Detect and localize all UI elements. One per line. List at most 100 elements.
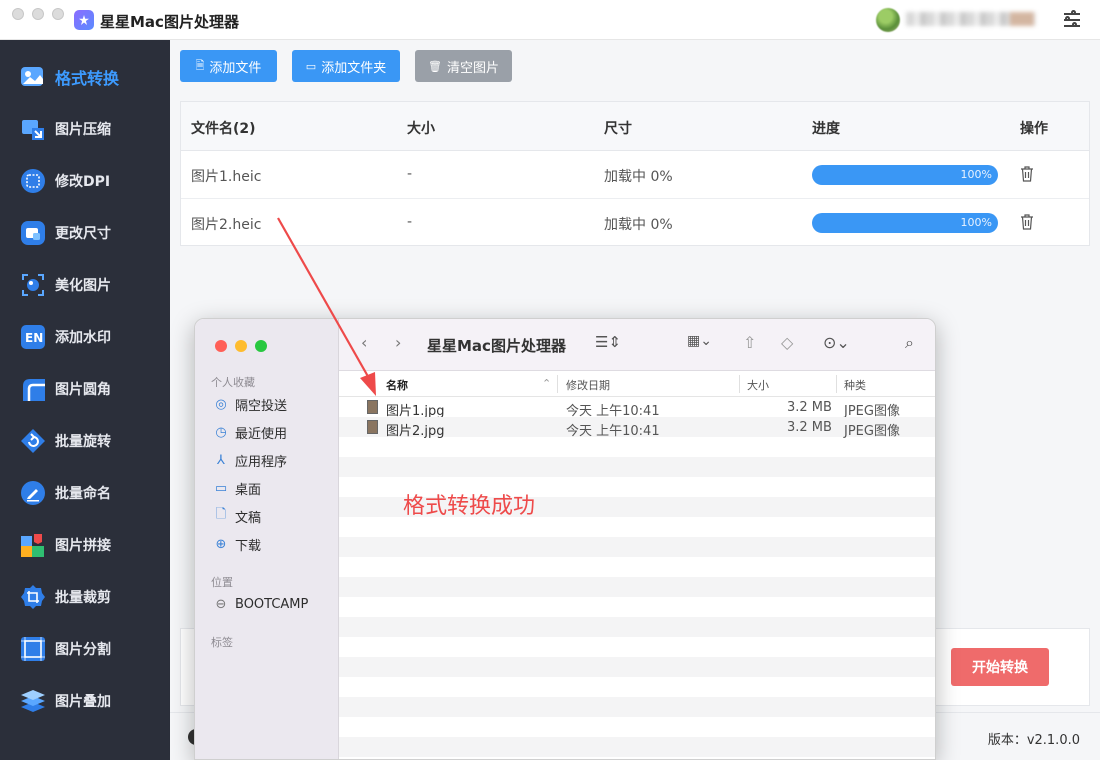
file-table: 文件名(2) 大小 尺寸 进度 操作 图片1.heic - 加载中 0% 100… — [180, 101, 1090, 246]
file-name: 图片1.heic — [191, 169, 262, 185]
sidebar-item-bootcamp[interactable]: ⊖ BOOTCAMP — [213, 594, 309, 614]
user-avatar[interactable] — [876, 8, 900, 32]
column-size: 大小 — [407, 121, 435, 137]
finder-close-button[interactable] — [215, 340, 227, 352]
sidebar-item-format-convert[interactable]: 格式转换 — [0, 51, 170, 103]
sidebar-item-downloads[interactable]: ⊕ 下载 — [213, 534, 261, 554]
finder-file-row[interactable]: 图片2.jpg 今天 上午10:41 3.2 MB JPEG图像 — [339, 417, 935, 439]
sidebar-item-documents[interactable]: 🗋 文稿 — [213, 506, 261, 526]
finder-title: 星星Mac图片处理器 — [427, 337, 566, 355]
group-grid-icon[interactable]: ▦⌄ — [687, 333, 712, 349]
finder-empty-row — [339, 697, 935, 717]
column-size[interactable]: 大小 — [747, 377, 769, 393]
sidebar-item-recents[interactable]: ◷ 最近使用 — [213, 422, 287, 442]
start-convert-button[interactable]: 开始转换 — [951, 648, 1049, 686]
apps-icon: ⅄ — [217, 452, 225, 468]
finder-empty-row — [339, 597, 935, 617]
column-kind[interactable]: 种类 — [844, 377, 866, 393]
file-dimension: 加载中 0% — [604, 169, 673, 185]
close-window-button[interactable] — [12, 8, 24, 20]
dpi-icon — [20, 168, 46, 194]
table-row[interactable]: 图片1.heic - 加载中 0% 100% — [181, 151, 1089, 199]
sidebar-item-resize[interactable]: 更改尺寸 — [0, 207, 170, 259]
sidebar-item-rotate[interactable]: 批量旋转 — [0, 415, 170, 467]
column-filename: 文件名(2) — [191, 121, 256, 137]
sidebar-item-split[interactable]: 图片分割 — [0, 623, 170, 675]
app-logo-icon — [74, 10, 94, 30]
jpeg-thumbnail-icon — [367, 420, 378, 434]
svg-text:EN: EN — [25, 331, 43, 345]
sort-chevron-up-icon: ⌃ — [542, 377, 552, 390]
column-progress: 进度 — [812, 121, 840, 137]
sidebar: 格式转换 图片压缩 修改DPI 更改尺寸 美化图片 EN 添加水印 图片圆角 批… — [0, 40, 170, 760]
search-icon[interactable]: ⌕ — [905, 333, 914, 353]
delete-row-icon[interactable] — [1020, 214, 1034, 230]
file-size: - — [407, 166, 413, 182]
tags-section-label: 标签 — [211, 636, 233, 649]
title-bar: 星星Mac图片处理器 — [0, 0, 1100, 40]
round-corner-icon — [20, 376, 46, 402]
rotate-icon — [20, 428, 46, 454]
column-name[interactable]: 名称 — [386, 377, 408, 393]
delete-row-icon[interactable] — [1020, 166, 1034, 182]
column-modified[interactable]: 修改日期 — [566, 377, 610, 393]
sidebar-item-rename[interactable]: 批量命名 — [0, 467, 170, 519]
sidebar-item-crop[interactable]: 批量裁剪 — [0, 571, 170, 623]
trash-icon: 🗑 — [428, 59, 442, 73]
back-icon[interactable]: ‹ — [361, 333, 367, 352]
file-icon: 🗎 — [195, 58, 205, 72]
sidebar-item-airdrop[interactable]: ◎ 隔空投送 — [213, 394, 287, 414]
finder-empty-row — [339, 737, 935, 757]
sidebar-item-label: 美化图片 — [55, 278, 111, 294]
layers-icon — [20, 688, 46, 714]
finder-empty-row — [339, 717, 935, 737]
sidebar-item-round-corner[interactable]: 图片圆角 — [0, 363, 170, 415]
app-title: 星星Mac图片处理器 — [100, 13, 239, 31]
sidebar-item-label: 图片压缩 — [55, 122, 111, 138]
add-file-button[interactable]: 🗎 添加文件 — [180, 50, 277, 82]
finder-list-header: 名称 ⌃ 修改日期 大小 种类 — [339, 371, 935, 397]
share-icon[interactable]: ⇧ — [743, 333, 756, 352]
sidebar-item-applications[interactable]: ⅄ 应用程序 — [213, 450, 287, 470]
finder-zoom-button[interactable] — [255, 340, 267, 352]
settings-sliders-icon[interactable] — [1062, 10, 1082, 30]
sidebar-item-label: 图片叠加 — [55, 694, 111, 710]
sidebar-item-watermark[interactable]: EN 添加水印 — [0, 311, 170, 363]
folder-icon: ▭ — [305, 59, 317, 73]
finder-empty-row — [339, 437, 935, 457]
crop-icon — [20, 584, 46, 610]
sidebar-item-beautify[interactable]: 美化图片 — [0, 259, 170, 311]
add-folder-button[interactable]: ▭ 添加文件夹 — [292, 50, 400, 82]
sidebar-item-compress[interactable]: 图片压缩 — [0, 103, 170, 155]
forward-icon[interactable]: › — [395, 333, 401, 352]
column-actions: 操作 — [1020, 121, 1048, 137]
progress-label: 100% — [960, 216, 992, 229]
sidebar-item-layers[interactable]: 图片叠加 — [0, 675, 170, 727]
finder-minimize-button[interactable] — [235, 340, 247, 352]
finder-empty-row — [339, 637, 935, 657]
finder-file-row[interactable]: 图片1.jpg 今天 上午10:41 3.2 MB JPEG图像 — [339, 397, 935, 419]
puzzle-icon — [20, 532, 46, 558]
finder-empty-row — [339, 557, 935, 577]
tag-icon[interactable]: ◇ — [781, 333, 793, 352]
finder-empty-row — [339, 517, 935, 537]
sidebar-item-puzzle[interactable]: 图片拼接 — [0, 519, 170, 571]
finder-empty-row — [339, 617, 935, 637]
sidebar-item-desktop[interactable]: ▭ 桌面 — [213, 478, 261, 498]
sidebar-item-label: 更改尺寸 — [55, 226, 111, 242]
sidebar-item-label: 添加水印 — [55, 330, 111, 346]
list-view-icon[interactable]: ☰⇕ — [595, 333, 621, 351]
clear-images-button[interactable]: 🗑 清空图片 — [415, 50, 512, 82]
watermark-icon: EN — [20, 324, 46, 350]
download-icon: ⊕ — [215, 536, 227, 552]
finder-empty-row — [339, 577, 935, 597]
compress-icon — [20, 116, 46, 142]
progress-bar: 100% — [812, 165, 998, 185]
resize-icon — [20, 220, 46, 246]
zoom-window-button[interactable] — [52, 8, 64, 20]
more-actions-icon[interactable]: ⊙⌄ — [823, 333, 850, 352]
table-row[interactable]: 图片2.heic - 加载中 0% 100% — [181, 199, 1089, 247]
sidebar-item-dpi[interactable]: 修改DPI — [0, 155, 170, 207]
file-size: - — [407, 214, 413, 230]
minimize-window-button[interactable] — [32, 8, 44, 20]
